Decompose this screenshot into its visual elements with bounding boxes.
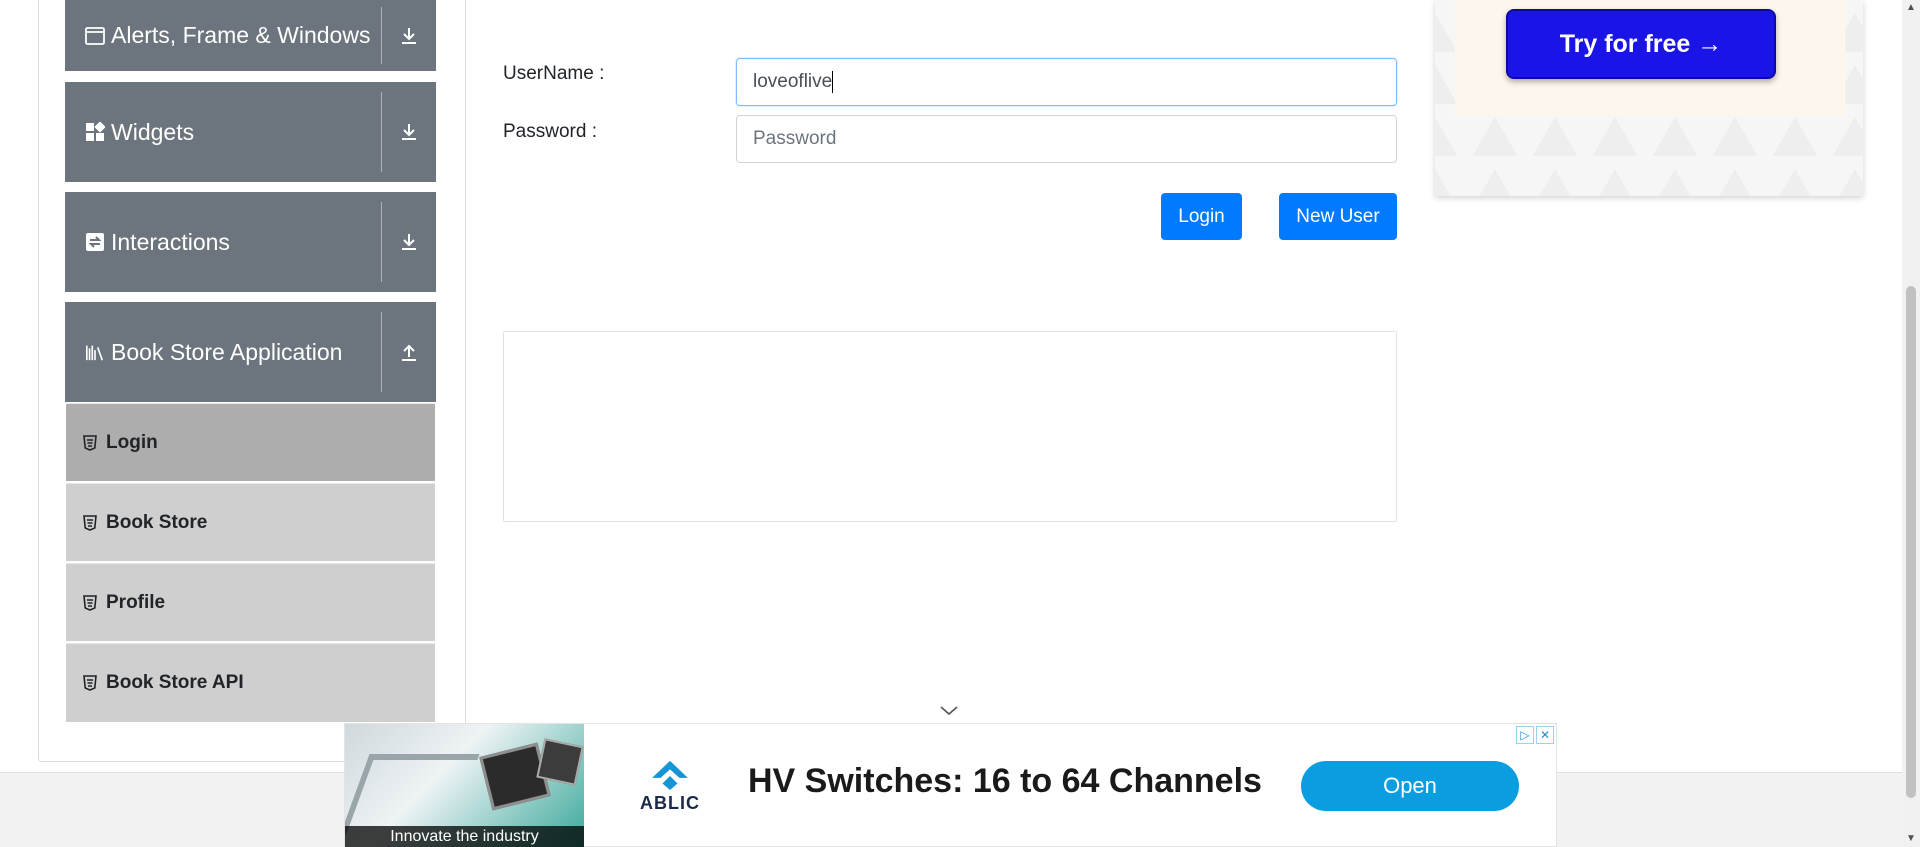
ad-open-button[interactable]: Open: [1301, 761, 1519, 811]
try-for-free-button[interactable]: Try for free →: [1506, 9, 1776, 79]
bottom-ad-banner[interactable]: Innovate the industry ABLIC HV Switches:…: [344, 723, 1557, 847]
widgets-grid-icon: [85, 122, 105, 142]
chip-graphic: [536, 738, 584, 786]
password-label: Password :: [503, 121, 597, 142]
group-header-alerts[interactable]: Alerts, Frame & Windows: [65, 0, 436, 71]
ad-caption: Innovate the industry: [345, 826, 584, 847]
text-caret: [832, 71, 834, 93]
robot-arm-graphic: [345, 754, 480, 834]
html5-icon: [82, 674, 98, 692]
sidebar-item-login[interactable]: Login: [66, 403, 435, 481]
password-input[interactable]: [736, 115, 1397, 163]
group-label: Widgets: [111, 118, 195, 145]
sidebar-item-book-store-api[interactable]: Book Store API: [66, 643, 435, 722]
ablic-logo-icon: [652, 760, 688, 791]
username-value: loveoflive: [753, 71, 833, 92]
window-icon: [85, 26, 105, 46]
scroll-up-icon[interactable]: ▲: [1906, 2, 1916, 13]
sidebar-item-label: Book Store API: [106, 672, 244, 693]
ad-choices[interactable]: ▷ ✕: [1516, 726, 1554, 744]
username-input[interactable]: loveoflive: [736, 58, 1397, 106]
html5-icon: [82, 594, 98, 612]
download-arrow-icon[interactable]: [382, 0, 436, 71]
group-header-book-store-application[interactable]: Book Store Application: [65, 302, 436, 402]
download-arrow-icon[interactable]: [382, 192, 436, 292]
chevron-down-icon[interactable]: [939, 704, 959, 718]
upload-arrow-icon[interactable]: [382, 302, 436, 402]
ablic-logo: ABLIC: [635, 759, 705, 814]
username-label: UserName :: [503, 63, 605, 84]
sidebar-item-label: Profile: [106, 591, 166, 613]
group-label: Alerts, Frame & Windows: [111, 22, 371, 48]
html5-icon: [82, 434, 98, 452]
ad-product-image: Innovate the industry: [345, 724, 584, 847]
group-label: Interactions: [111, 228, 230, 255]
interactions-icon: [85, 232, 105, 252]
scroll-down-icon[interactable]: ▼: [1906, 833, 1916, 844]
sidebar-item-profile[interactable]: Profile: [66, 563, 435, 641]
sidebar-item-label: Book Store: [106, 511, 208, 533]
group-header-interactions[interactable]: Interactions: [65, 192, 436, 292]
group-header-widgets[interactable]: Widgets: [65, 82, 436, 182]
books-icon: [85, 342, 105, 362]
close-icon[interactable]: ✕: [1536, 726, 1554, 744]
ablic-brand: ABLIC: [640, 793, 700, 813]
ad-headline: HV Switches: 16 to 64 Channels: [748, 762, 1262, 800]
sidebar-item-label: Login: [106, 431, 158, 453]
new-user-button[interactable]: New User: [1279, 193, 1397, 240]
ad-info-icon[interactable]: ▷: [1516, 726, 1534, 744]
scrollbar-thumb[interactable]: [1906, 286, 1916, 798]
group-label: Book Store Application: [111, 338, 343, 365]
page-scrollbar[interactable]: ▲ ▼: [1902, 0, 1920, 847]
download-arrow-icon[interactable]: [382, 82, 436, 182]
login-button[interactable]: Login: [1161, 193, 1242, 240]
output-panel: [503, 331, 1397, 522]
html5-icon: [82, 514, 98, 532]
sidebar-item-book-store[interactable]: Book Store: [66, 483, 435, 561]
